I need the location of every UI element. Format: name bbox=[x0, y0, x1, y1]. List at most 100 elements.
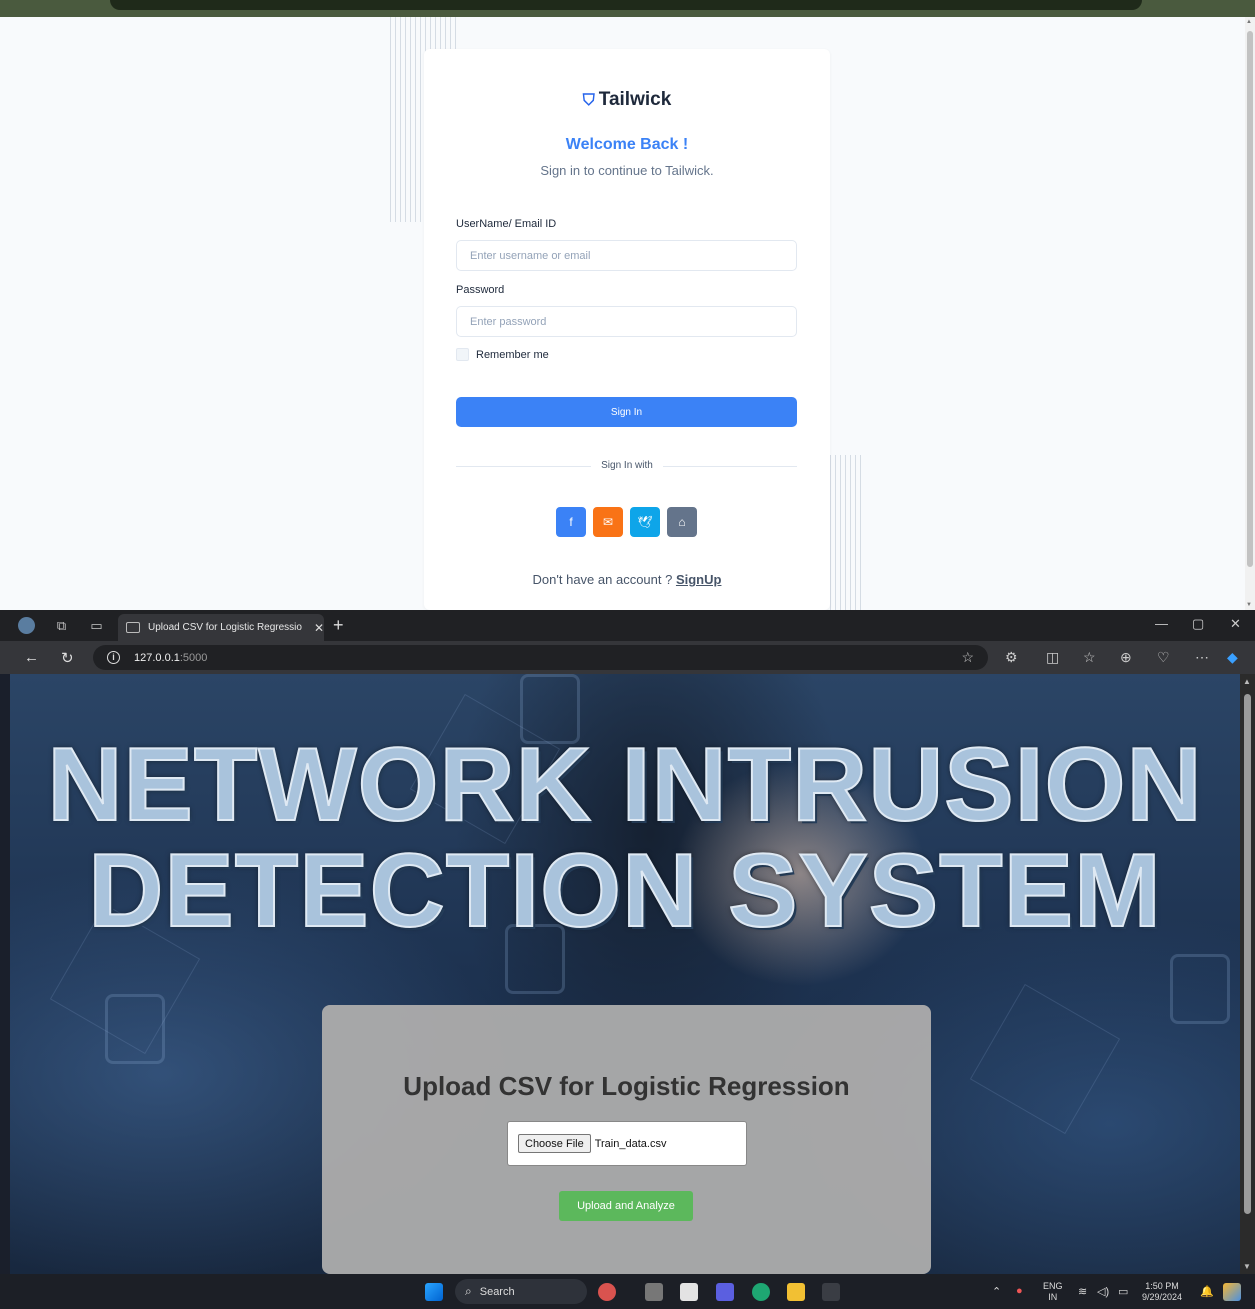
file-input[interactable]: Choose File Train_data.csv bbox=[507, 1121, 747, 1166]
notifications-icon[interactable]: 🔔 bbox=[1200, 1285, 1214, 1298]
calculator-app-icon[interactable] bbox=[680, 1283, 698, 1301]
favorite-star-icon[interactable]: ☆ bbox=[961, 649, 974, 666]
username-label: UserName/ Email ID bbox=[456, 218, 557, 230]
language-indicator[interactable]: ENG IN bbox=[1043, 1281, 1063, 1303]
clock[interactable]: 1:50 PM 9/29/2024 bbox=[1142, 1281, 1182, 1303]
address-toolbar: ← ↻ i 127.0.0.1:5000 ☆ ⚙ ◫ ☆ ⊕ ♡ ⋯ ◆ bbox=[0, 641, 1255, 674]
remember-label: Remember me bbox=[476, 348, 549, 361]
tab-title: Upload CSV for Logistic Regressio bbox=[148, 622, 302, 633]
refresh-icon[interactable]: ↻ bbox=[61, 649, 74, 667]
copilot-icon[interactable]: ◆ bbox=[1227, 649, 1238, 666]
scroll-down-icon[interactable]: ▼ bbox=[1243, 1262, 1251, 1271]
site-info-icon[interactable]: i bbox=[107, 651, 120, 664]
language-bottom: IN bbox=[1048, 1292, 1058, 1302]
remember-me[interactable]: Remember me bbox=[456, 348, 549, 361]
terminal-app-icon[interactable] bbox=[822, 1283, 840, 1301]
browser-scrollbar[interactable]: ▲ ▼ bbox=[1240, 674, 1255, 1274]
page-viewport: NETWORK INTRUSION DETECTION SYSTEM Uploa… bbox=[10, 674, 1240, 1274]
health-icon[interactable]: ♡ bbox=[1157, 649, 1170, 666]
tray-overflow-icon[interactable]: ⌃ bbox=[992, 1285, 1001, 1298]
wifi-icon[interactable]: ≋ bbox=[1078, 1285, 1087, 1298]
favorites-icon[interactable]: ☆ bbox=[1083, 649, 1096, 666]
scroll-up-icon[interactable]: ▲ bbox=[1246, 19, 1252, 25]
signup-prompt: Don't have an account ? SignUp bbox=[424, 572, 830, 587]
volume-icon[interactable]: ◁) bbox=[1097, 1285, 1109, 1298]
tab-actions-icon[interactable]: ▭ bbox=[88, 617, 105, 634]
search-icon: ⌕ bbox=[465, 1284, 472, 1298]
background-hexagon bbox=[969, 983, 1121, 1135]
email-button[interactable]: ✉ bbox=[593, 507, 623, 537]
extensions-icon[interactable]: ⚙ bbox=[1005, 649, 1018, 666]
address-bar[interactable]: i 127.0.0.1:5000 ☆ bbox=[93, 645, 988, 670]
window-top-strip bbox=[0, 0, 1255, 17]
security-tray-icon[interactable]: ● bbox=[1016, 1285, 1023, 1297]
github-button[interactable]: ⌂ bbox=[667, 507, 697, 537]
upload-heading: Upload CSV for Logistic Regression bbox=[403, 1071, 850, 1101]
collections-icon[interactable]: ⊕ bbox=[1120, 649, 1132, 666]
sign-in-button[interactable]: Sign In bbox=[456, 397, 797, 427]
sign-in-with-text: Sign In with bbox=[591, 460, 663, 471]
scrollbar-thumb[interactable] bbox=[1247, 31, 1253, 567]
facebook-button[interactable]: f bbox=[556, 507, 586, 537]
widgets-icon[interactable] bbox=[598, 1283, 616, 1301]
browser-screenshot: ⧉ ▭ Upload CSV for Logistic Regressio ✕ … bbox=[0, 610, 1255, 1309]
close-window-icon[interactable]: ✕ bbox=[1230, 616, 1241, 632]
tab-favicon-icon bbox=[126, 622, 140, 633]
social-buttons: f ✉ 🕊 ⌂ bbox=[556, 507, 697, 537]
split-screen-icon[interactable]: ◫ bbox=[1046, 649, 1059, 666]
edge-app-icon[interactable] bbox=[752, 1283, 770, 1301]
brand-name: Tailwick bbox=[598, 89, 672, 110]
decorative-lines bbox=[830, 455, 865, 610]
signup-link[interactable]: SignUp bbox=[676, 572, 722, 587]
no-account-text: Don't have an account ? bbox=[532, 572, 676, 587]
tab-close-icon[interactable]: ✕ bbox=[314, 621, 324, 635]
choose-file-button[interactable]: Choose File bbox=[518, 1134, 591, 1153]
windows-taskbar: ⌕ Search ⌃ ● ENG IN ≋ ◁) ▭ 1:50 PM 9/29/… bbox=[0, 1274, 1255, 1309]
profile-avatar[interactable] bbox=[18, 617, 35, 634]
window-top-strip-inner bbox=[110, 0, 1142, 10]
clock-date: 9/29/2024 bbox=[1142, 1292, 1183, 1302]
hero-title-line1: NETWORK INTRUSION bbox=[46, 726, 1203, 844]
scrollbar-thumb[interactable] bbox=[1244, 694, 1251, 1214]
background-lock-icon bbox=[1170, 954, 1230, 1024]
welcome-heading: Welcome Back ! bbox=[565, 136, 689, 153]
github-icon: ⌂ bbox=[678, 515, 686, 529]
twitter-button[interactable]: 🕊 bbox=[630, 507, 660, 537]
more-menu-icon[interactable]: ⋯ bbox=[1195, 649, 1209, 666]
facebook-icon: f bbox=[569, 515, 573, 529]
url-port: :5000 bbox=[179, 651, 208, 664]
visual-studio-app-icon[interactable] bbox=[716, 1283, 734, 1301]
welcome-subtitle: Sign in to continue to Tailwick. bbox=[540, 163, 714, 178]
sign-in-with-label: Sign In with bbox=[424, 460, 830, 471]
windows-start-icon[interactable] bbox=[425, 1283, 443, 1301]
copilot-taskbar-icon[interactable] bbox=[1223, 1283, 1241, 1301]
browser-tab[interactable]: Upload CSV for Logistic Regressio ✕ bbox=[118, 614, 324, 641]
minimize-icon[interactable]: — bbox=[1155, 616, 1168, 631]
remember-checkbox[interactable] bbox=[456, 348, 469, 361]
workspaces-icon[interactable]: ⧉ bbox=[53, 617, 70, 634]
username-input[interactable] bbox=[456, 240, 797, 271]
brand-logo[interactable]: ⛉ Tailwick bbox=[424, 89, 830, 111]
selected-file-name: Train_data.csv bbox=[594, 1137, 667, 1150]
battery-icon[interactable]: ▭ bbox=[1118, 1285, 1128, 1298]
twitter-icon: 🕊 bbox=[637, 515, 653, 529]
page-scrollbar[interactable]: ▲ ▼ bbox=[1245, 17, 1255, 610]
back-icon[interactable]: ← bbox=[24, 649, 39, 666]
password-label: Password bbox=[456, 284, 505, 296]
task-view-icon[interactable] bbox=[645, 1283, 663, 1301]
upload-analyze-button[interactable]: Upload and Analyze bbox=[559, 1191, 693, 1221]
new-tab-icon[interactable]: + bbox=[333, 615, 344, 636]
login-card: ⛉ Tailwick Welcome Back ! Sign in to cont… bbox=[424, 49, 830, 610]
file-explorer-icon[interactable] bbox=[787, 1283, 805, 1301]
tailwick-logo-icon: ⛉ bbox=[582, 92, 595, 109]
background-lock-icon bbox=[105, 994, 165, 1064]
password-input[interactable] bbox=[456, 306, 797, 337]
clock-time: 1:50 PM bbox=[1145, 1281, 1179, 1291]
restore-icon[interactable]: ▢ bbox=[1192, 616, 1204, 632]
taskbar-search[interactable]: ⌕ Search bbox=[455, 1279, 587, 1304]
hero-title-line2: DETECTION SYSTEM bbox=[87, 832, 1162, 950]
login-screenshot: ⛉ Tailwick Welcome Back ! Sign in to cont… bbox=[0, 0, 1255, 610]
scroll-down-icon[interactable]: ▼ bbox=[1246, 602, 1252, 608]
url-host: 127.0.0.1 bbox=[134, 651, 180, 664]
scroll-up-icon[interactable]: ▲ bbox=[1243, 677, 1251, 686]
